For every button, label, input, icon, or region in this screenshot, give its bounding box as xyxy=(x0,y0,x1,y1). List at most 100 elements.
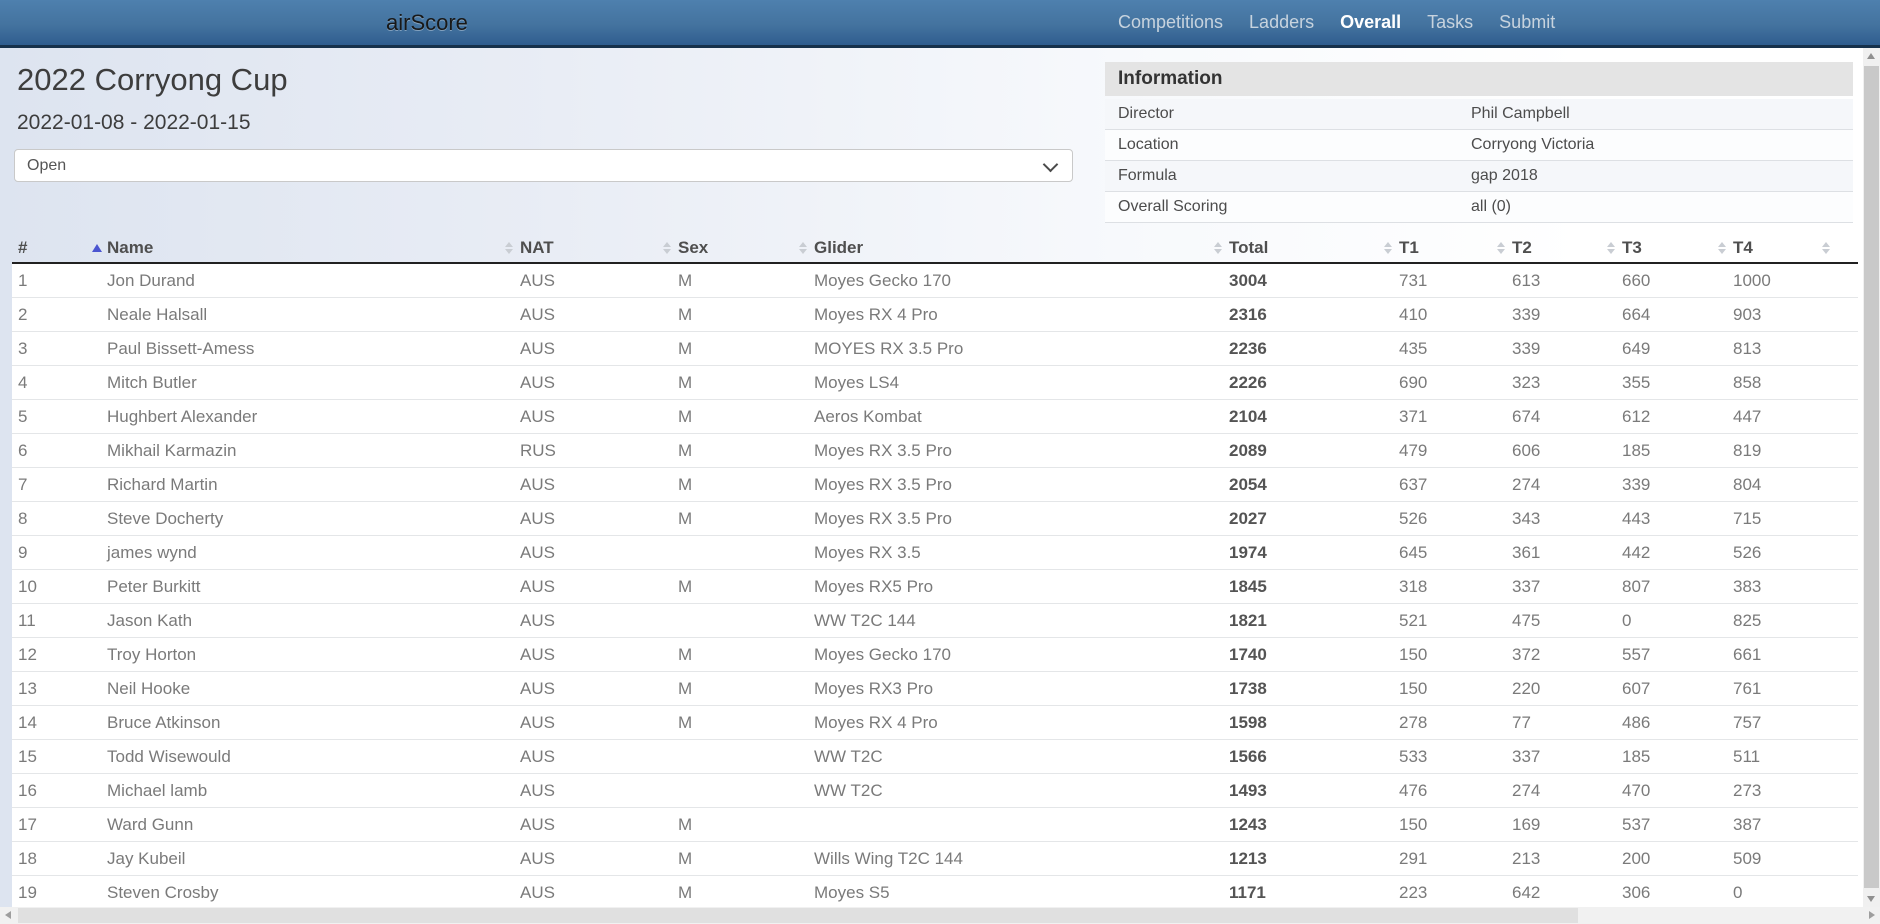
table-row[interactable]: 9james wyndAUSMoyes RX 3.519746453614425… xyxy=(12,536,1858,570)
cell-rank: 6 xyxy=(12,434,90,468)
cell-t3: 443 xyxy=(1605,502,1716,536)
cell-total: 2027 xyxy=(1212,502,1382,536)
info-row: DirectorPhil Campbell xyxy=(1105,99,1853,130)
table-row[interactable]: 6Mikhail KarmazinRUSMMoyes RX 3.5 Pro208… xyxy=(12,434,1858,468)
cell-extra xyxy=(1820,570,1858,604)
cell-t4: 0 xyxy=(1716,876,1820,908)
table-row[interactable]: 5Hughbert AlexanderAUSMAeros Kombat21043… xyxy=(12,400,1858,434)
table-row[interactable]: 10Peter BurkittAUSMMoyes RX5 Pro18453183… xyxy=(12,570,1858,604)
column-header-t4[interactable]: T4 xyxy=(1716,234,1820,263)
table-row[interactable]: 1Jon DurandAUSMMoyes Gecko 1703004731613… xyxy=(12,263,1858,298)
cell-t2: 475 xyxy=(1495,604,1605,638)
info-panel: Information DirectorPhil CampbellLocatio… xyxy=(1105,62,1853,223)
table-row[interactable]: 11Jason KathAUSWW T2C 14418215214750825 xyxy=(12,604,1858,638)
sort-icon xyxy=(505,242,513,254)
table-row[interactable]: 12Troy HortonAUSMMoyes Gecko 17017401503… xyxy=(12,638,1858,672)
brand-link[interactable]: airScore xyxy=(386,0,468,45)
table-row[interactable]: 18Jay KubeilAUSMWills Wing T2C 144121329… xyxy=(12,842,1858,876)
cell-extra xyxy=(1820,366,1858,400)
cell-t3: 557 xyxy=(1605,638,1716,672)
cell-extra xyxy=(1820,536,1858,570)
column-header-label: Glider xyxy=(814,238,863,257)
table-row[interactable]: 8Steve DochertyAUSMMoyes RX 3.5 Pro20275… xyxy=(12,502,1858,536)
scroll-right-icon[interactable] xyxy=(1869,911,1875,919)
cell-t1: 526 xyxy=(1382,502,1495,536)
table-row[interactable]: 3Paul Bissett-AmessAUSMMOYES RX 3.5 Pro2… xyxy=(12,332,1858,366)
vertical-scrollbar[interactable] xyxy=(1863,48,1880,907)
cell-name: Neale Halsall xyxy=(90,298,503,332)
cell-sex: M xyxy=(661,706,797,740)
scroll-down-icon[interactable] xyxy=(1867,896,1875,902)
sort-icon xyxy=(1214,242,1222,254)
cell-sex: M xyxy=(661,502,797,536)
info-value: Corryong Victoria xyxy=(1471,130,1594,160)
nav-item-tasks[interactable]: Tasks xyxy=(1427,12,1473,33)
table-row[interactable]: 7Richard MartinAUSMMoyes RX 3.5 Pro20546… xyxy=(12,468,1858,502)
column-header-extra[interactable] xyxy=(1820,234,1858,263)
table-row[interactable]: 2Neale HalsallAUSMMoyes RX 4 Pro23164103… xyxy=(12,298,1858,332)
table-row[interactable]: 15Todd WisewouldAUSWW T2C156653333718551… xyxy=(12,740,1858,774)
column-header-t3[interactable]: T3 xyxy=(1605,234,1716,263)
column-header-t2[interactable]: T2 xyxy=(1495,234,1605,263)
scroll-left-icon[interactable] xyxy=(5,911,11,919)
cell-t1: 150 xyxy=(1382,808,1495,842)
info-row: LocationCorryong Victoria xyxy=(1105,130,1853,161)
table-row[interactable]: 14Bruce AtkinsonAUSMMoyes RX 4 Pro159827… xyxy=(12,706,1858,740)
nav-item-competitions[interactable]: Competitions xyxy=(1118,12,1223,33)
info-value: gap 2018 xyxy=(1471,161,1538,191)
cell-t2: 169 xyxy=(1495,808,1605,842)
nav-item-overall[interactable]: Overall xyxy=(1340,12,1401,33)
cell-t3: 339 xyxy=(1605,468,1716,502)
sort-icon xyxy=(1384,242,1392,254)
horizontal-scrollbar-thumb[interactable] xyxy=(18,908,1578,923)
cell-rank: 16 xyxy=(12,774,90,808)
cell-t3: 807 xyxy=(1605,570,1716,604)
table-row[interactable]: 16Michael lambAUSWW T2C1493476274470273 xyxy=(12,774,1858,808)
vertical-scrollbar-thumb[interactable] xyxy=(1864,66,1879,888)
cell-t3: 0 xyxy=(1605,604,1716,638)
cell-nat: AUS xyxy=(503,774,661,808)
column-header-total[interactable]: Total xyxy=(1212,234,1382,263)
cell-nat: AUS xyxy=(503,672,661,706)
cell-sex: M xyxy=(661,366,797,400)
nav-item-submit[interactable]: Submit xyxy=(1499,12,1555,33)
cell-total: 2089 xyxy=(1212,434,1382,468)
cell-rank: 8 xyxy=(12,502,90,536)
cell-sex: M xyxy=(661,332,797,366)
cell-nat: AUS xyxy=(503,400,661,434)
column-header-sex[interactable]: Sex xyxy=(661,234,797,263)
table-row[interactable]: 4Mitch ButlerAUSMMoyes LS422266903233558… xyxy=(12,366,1858,400)
nav-item-ladders[interactable]: Ladders xyxy=(1249,12,1314,33)
cell-t2: 606 xyxy=(1495,434,1605,468)
cell-sex: M xyxy=(661,570,797,604)
column-header-name[interactable]: Name xyxy=(90,234,503,263)
main-content: 2022 Corryong Cup 2022-01-08 - 2022-01-1… xyxy=(0,48,1863,907)
cell-name: Mitch Butler xyxy=(90,366,503,400)
column-header-glider[interactable]: Glider xyxy=(797,234,1212,263)
table-row[interactable]: 13Neil HookeAUSMMoyes RX3 Pro17381502206… xyxy=(12,672,1858,706)
cell-t1: 150 xyxy=(1382,638,1495,672)
cell-sex: M xyxy=(661,434,797,468)
sort-icon xyxy=(1607,242,1615,254)
cell-glider: WW T2C xyxy=(797,774,1212,808)
cell-name: Hughbert Alexander xyxy=(90,400,503,434)
cell-name: Jon Durand xyxy=(90,263,503,298)
cell-sex: M xyxy=(661,638,797,672)
cell-extra xyxy=(1820,808,1858,842)
cell-rank: 13 xyxy=(12,672,90,706)
column-header-t1[interactable]: T1 xyxy=(1382,234,1495,263)
cell-t3: 486 xyxy=(1605,706,1716,740)
table-row[interactable]: 17Ward GunnAUSM1243150169537387 xyxy=(12,808,1858,842)
cell-t4: 387 xyxy=(1716,808,1820,842)
table-row[interactable]: 19Steven CrosbyAUSMMoyes S51171223642306… xyxy=(12,876,1858,908)
scroll-up-icon[interactable] xyxy=(1867,53,1875,59)
cell-t2: 337 xyxy=(1495,740,1605,774)
cell-total: 2316 xyxy=(1212,298,1382,332)
horizontal-scrollbar[interactable] xyxy=(0,907,1880,924)
column-header-nat[interactable]: NAT xyxy=(503,234,661,263)
cell-t2: 361 xyxy=(1495,536,1605,570)
cell-glider: Moyes Gecko 170 xyxy=(797,638,1212,672)
sort-icon xyxy=(799,242,807,254)
class-select[interactable]: Open xyxy=(14,149,1073,182)
cell-rank: 5 xyxy=(12,400,90,434)
